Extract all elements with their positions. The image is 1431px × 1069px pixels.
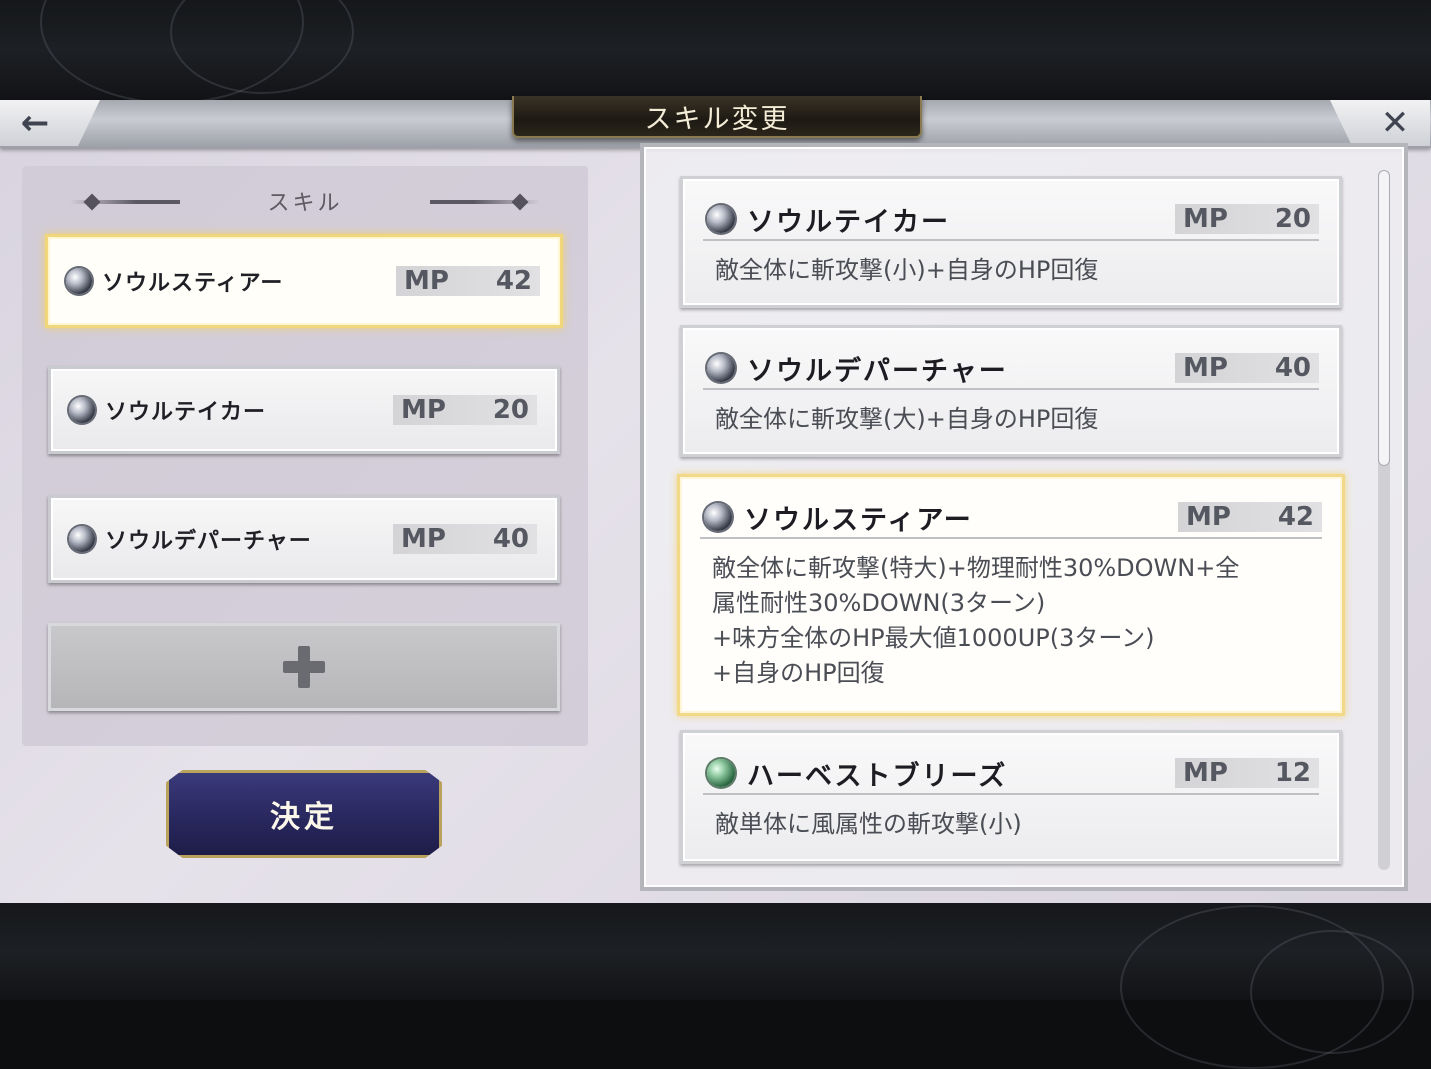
equipped-skill-slot[interactable]: ソウルデパーチャー MP 40 — [48, 495, 560, 583]
mp-label: MP — [1183, 353, 1228, 383]
skill-name: ソウルテイカー — [105, 399, 267, 425]
mp-value: 20 — [1274, 204, 1311, 234]
dark-orb-icon — [69, 397, 95, 423]
skill-card-header: ソウルテイカー MP 20 — [703, 199, 1319, 241]
skill-description: 敵全体に斬攻撃(小)+自身のHP回復 — [715, 256, 1099, 284]
scrollbar-thumb[interactable] — [1378, 170, 1390, 466]
mp-cost: MP 42 — [1178, 502, 1322, 532]
skill-card[interactable]: ハーベストブリーズ MP 12 敵単体に風属性の斬攻撃(小) — [680, 730, 1342, 864]
back-arrow-icon: ← — [20, 103, 50, 143]
dark-orb-icon — [707, 354, 735, 382]
skill-description: 敵全体に斬攻撃(大)+自身のHP回復 — [715, 405, 1099, 433]
skill-name: ソウルスティアー — [744, 504, 973, 536]
dark-orb-icon — [704, 503, 732, 531]
confirm-button[interactable]: 決定 — [166, 770, 442, 858]
mp-cost: MP 42 — [396, 266, 540, 296]
mp-label: MP — [404, 266, 449, 296]
mp-label: MP — [401, 524, 446, 554]
skill-name: ソウルデパーチャー — [105, 528, 312, 554]
skill-card[interactable]: ソウルデパーチャー MP 40 敵全体に斬攻撃(大)+自身のHP回復 — [680, 325, 1342, 457]
skill-name: ソウルデパーチャー — [747, 355, 1008, 387]
ornament-swirl — [1250, 930, 1414, 1054]
mp-cost: MP 20 — [393, 395, 537, 425]
equipped-skill-slot[interactable]: ソウルスティアー MP 42 — [45, 234, 563, 328]
add-skill-slot[interactable] — [48, 623, 560, 711]
plus-icon — [283, 646, 325, 688]
dark-orb-icon — [707, 205, 735, 233]
close-icon: ✕ — [1380, 103, 1410, 143]
mp-cost: MP 20 — [1175, 204, 1319, 234]
equipped-skill-slot[interactable]: ソウルテイカー MP 20 — [48, 366, 560, 454]
wind-orb-icon — [707, 759, 735, 787]
mp-value: 42 — [495, 266, 532, 296]
skill-card-header: ソウルスティアー MP 42 — [700, 497, 1322, 539]
mp-cost: MP 12 — [1175, 758, 1319, 788]
skill-card-header: ハーベストブリーズ MP 12 — [703, 753, 1319, 795]
skill-card-header: ソウルデパーチャー MP 40 — [703, 348, 1319, 390]
mp-value: 20 — [492, 395, 529, 425]
mp-value: 12 — [1274, 758, 1311, 788]
mp-label: MP — [1186, 502, 1231, 532]
mp-cost: MP 40 — [1175, 353, 1319, 383]
mp-label: MP — [1183, 204, 1228, 234]
page-title: スキル変更 — [512, 96, 922, 138]
skill-card[interactable]: ソウルスティアー MP 42 敵全体に斬攻撃(特大)+物理耐性30%DOWN+全… — [677, 474, 1345, 716]
mp-label: MP — [1183, 758, 1228, 788]
dark-orb-icon — [66, 268, 92, 294]
skill-name: ソウルテイカー — [747, 206, 950, 238]
dark-orb-icon — [69, 526, 95, 552]
skill-card[interactable]: ソウルテイカー MP 20 敵全体に斬攻撃(小)+自身のHP回復 — [680, 176, 1342, 308]
skill-description: 敵全体に斬攻撃(特大)+物理耐性30%DOWN+全 属性耐性30%DOWN(3タ… — [712, 554, 1240, 687]
skill-description: 敵単体に風属性の斬攻撃(小) — [715, 810, 1022, 838]
skill-name: ハーベストブリーズ — [747, 760, 1008, 792]
mp-value: 40 — [492, 524, 529, 554]
mp-label: MP — [401, 395, 446, 425]
mp-value: 40 — [1274, 353, 1311, 383]
mp-cost: MP 40 — [393, 524, 537, 554]
skill-name: ソウルスティアー — [102, 270, 284, 296]
mp-value: 42 — [1277, 502, 1314, 532]
